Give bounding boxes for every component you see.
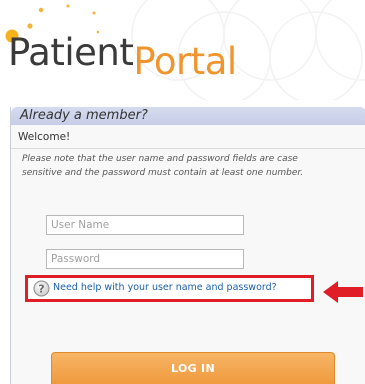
password-note: Please note that the user name and passw…: [22, 152, 362, 180]
card-body: Welcome! Please note that the user name …: [11, 125, 365, 384]
help-link[interactable]: Need help with your user name and passwo…: [53, 282, 277, 293]
left-arrow-icon: [323, 281, 363, 303]
password-note-line-1: Please note that the user name and passw…: [22, 154, 298, 164]
card-header: Already a member?: [11, 107, 365, 125]
patient-portal-page: PatientPortal Already a member? Welcome!…: [0, 0, 365, 384]
log-in-button[interactable]: LOG IN: [51, 352, 335, 384]
password-input[interactable]: [46, 249, 244, 269]
question-circle-icon[interactable]: ?: [33, 280, 50, 297]
logo-portal: Portal: [133, 40, 237, 83]
logo-patient: Patient: [8, 31, 134, 74]
help-highlight-box: ? Need help with your user name and pass…: [25, 275, 314, 302]
welcome-heading: Welcome!: [18, 131, 71, 143]
username-input[interactable]: [46, 215, 244, 235]
card-header-title: Already a member?: [20, 108, 148, 123]
header: PatientPortal: [0, 0, 365, 100]
login-card: Already a member? Welcome! Please note t…: [10, 107, 365, 384]
password-note-line-2: sensitive and the password must contain …: [22, 168, 304, 178]
svg-text:?: ?: [38, 283, 44, 296]
logo: PatientPortal: [8, 31, 237, 80]
welcome-divider: [11, 148, 365, 149]
